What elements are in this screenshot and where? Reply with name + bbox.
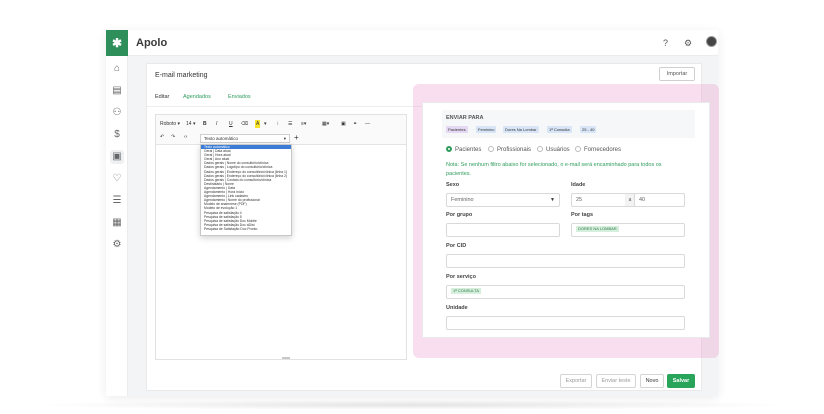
radio-unchecked-icon bbox=[488, 146, 494, 152]
sexo-select[interactable]: Feminino ▼ bbox=[446, 193, 560, 207]
radio-unchecked-icon bbox=[575, 146, 581, 152]
heart-icon[interactable]: ♡ bbox=[110, 172, 124, 186]
tab-enviados[interactable]: Enviados bbox=[228, 94, 251, 100]
page-title: E-mail marketing bbox=[155, 72, 208, 79]
users-icon[interactable]: ⚇ bbox=[110, 106, 124, 120]
radio-usuarios[interactable]: Usuários bbox=[537, 146, 570, 153]
bold-button[interactable]: B bbox=[203, 120, 207, 128]
radio-profissionais[interactable]: Profissionais bbox=[488, 146, 531, 153]
email-editor[interactable]: Roboto ▾ 14 ▾ B I U ⌫ A ▾ ⁝ ☰ ≡▾ ▦▾ ▣ ⚭ … bbox=[155, 114, 407, 360]
auto-text-dropdown: Texto automático Geral | Data atual Gera… bbox=[200, 144, 292, 236]
chip-dores-na-lombar: Dores Na Lombar bbox=[503, 126, 539, 133]
highlight-color-button[interactable]: A bbox=[255, 120, 261, 128]
chevron-down-icon: ▾ bbox=[283, 136, 286, 141]
link-icon[interactable]: ⚭ bbox=[353, 120, 357, 128]
chip-primeira-consulta: 1ª Consulta bbox=[547, 126, 572, 133]
import-button[interactable]: Importar bbox=[659, 67, 695, 81]
tag-primeira-consulta[interactable]: 1ª CONSULTA bbox=[451, 288, 482, 294]
radio-fornecedores[interactable]: Fornecedores bbox=[575, 146, 621, 153]
table-insert-icon[interactable]: ▦▾ bbox=[322, 120, 329, 128]
dropdown-item[interactable]: Pesquisa de Satisfação Doc Pronto bbox=[201, 227, 291, 231]
table-icon[interactable]: ▦ bbox=[110, 216, 124, 230]
idade-label: Idade bbox=[571, 182, 586, 188]
tag-dores-na-lombar[interactable]: DORES NA LOMBAR bbox=[576, 226, 619, 232]
gear-icon[interactable]: ⚙ bbox=[110, 238, 124, 252]
chevron-down-icon: ▼ bbox=[550, 197, 555, 203]
settings-icon[interactable]: ⚙ bbox=[684, 37, 692, 49]
font-size-select[interactable]: 14 ▾ bbox=[186, 120, 195, 128]
stage: ✱ Apolo ? ⚙ ⌂ ▤ ⚇ $ ▣ ♡ ☰ ▦ ⚙ E-mail mar… bbox=[0, 0, 824, 414]
radio-checked-icon bbox=[446, 146, 452, 152]
highlight-caret-icon[interactable]: ▾ bbox=[264, 120, 267, 128]
image-icon[interactable]: ▣ bbox=[341, 120, 346, 128]
help-icon[interactable]: ? bbox=[663, 37, 668, 49]
underline-button[interactable]: U bbox=[229, 120, 233, 128]
tab-agendados[interactable]: Agendados bbox=[183, 94, 211, 100]
servico-label: Por serviço bbox=[446, 274, 476, 280]
radio-unchecked-icon bbox=[537, 146, 543, 152]
bullet-list-icon[interactable]: ☰ bbox=[288, 120, 292, 128]
tab-editar[interactable]: Editar bbox=[155, 94, 169, 100]
list-icon[interactable]: ☰ bbox=[110, 194, 124, 208]
app-title: Apolo bbox=[136, 37, 168, 49]
cid-input[interactable] bbox=[446, 254, 685, 268]
top-bar: ✱ Apolo ? ⚙ bbox=[106, 30, 718, 56]
idade-min-input[interactable]: 25 bbox=[571, 193, 626, 207]
redo-icon[interactable]: ↷ bbox=[171, 133, 175, 141]
home-icon[interactable]: ⌂ bbox=[110, 62, 124, 76]
insert-plus-button[interactable]: + bbox=[294, 133, 299, 142]
chip-pacientes: Pacientes bbox=[446, 126, 468, 133]
undo-icon[interactable]: ↶ bbox=[160, 133, 164, 141]
money-icon[interactable]: $ bbox=[110, 128, 124, 142]
eraser-icon[interactable]: ⌫ bbox=[241, 120, 248, 128]
editor-toolbar: Roboto ▾ 14 ▾ B I U ⌫ A ▾ ⁝ ☰ ≡▾ ▦▾ ▣ ⚭ … bbox=[156, 115, 406, 145]
avatar[interactable] bbox=[706, 36, 717, 47]
unidade-input[interactable] bbox=[446, 316, 685, 330]
sexo-label: Sexo bbox=[446, 182, 460, 188]
font-family-select[interactable]: Roboto ▾ bbox=[160, 120, 180, 128]
cid-label: Por CID bbox=[446, 243, 467, 249]
auto-text-select[interactable]: Texto automático ▾ bbox=[200, 134, 290, 143]
grupo-label: Por grupo bbox=[446, 212, 473, 218]
tags-input[interactable]: DORES NA LOMBAR bbox=[571, 223, 685, 237]
briefcase-icon[interactable]: ▣ bbox=[110, 150, 124, 164]
idade-max-input[interactable]: 40 bbox=[634, 193, 685, 207]
sidebar: ⌂ ▤ ⚇ $ ▣ ♡ ☰ ▦ ⚙ bbox=[106, 56, 128, 396]
code-view-icon[interactable]: ‹› bbox=[184, 133, 187, 141]
new-button[interactable]: Novo bbox=[640, 374, 664, 388]
align-icon[interactable]: ≡▾ bbox=[301, 120, 306, 128]
chip-idade: 25 - 40 bbox=[580, 126, 597, 133]
ordered-list-icon[interactable]: ⁝ bbox=[277, 120, 279, 128]
horizontal-rule-icon[interactable]: — bbox=[365, 120, 370, 128]
radio-pacientes[interactable]: Pacientes bbox=[446, 146, 481, 153]
floor-shadow bbox=[30, 400, 794, 410]
export-button[interactable]: Exportar bbox=[560, 374, 592, 388]
save-button[interactable]: Salvar bbox=[667, 374, 695, 388]
grupo-input[interactable] bbox=[446, 223, 560, 237]
filter-note: Nota: Se nenhum filtro abaixo for seleci… bbox=[446, 162, 662, 177]
editor-resize-handle[interactable] bbox=[282, 357, 290, 359]
italic-button[interactable]: I bbox=[216, 120, 217, 128]
tags-label: Por tags bbox=[571, 212, 594, 218]
servico-input[interactable]: 1ª CONSULTA bbox=[446, 285, 685, 299]
send-to-title: ENVIAR PARA bbox=[446, 115, 484, 121]
app-logo-icon[interactable]: ✱ bbox=[106, 30, 128, 56]
send-test-button[interactable]: Enviar teste bbox=[596, 374, 636, 388]
calendar-icon[interactable]: ▤ bbox=[110, 84, 124, 98]
chip-feminino: Feminino bbox=[476, 126, 497, 133]
unidade-label: Unidade bbox=[446, 305, 468, 311]
